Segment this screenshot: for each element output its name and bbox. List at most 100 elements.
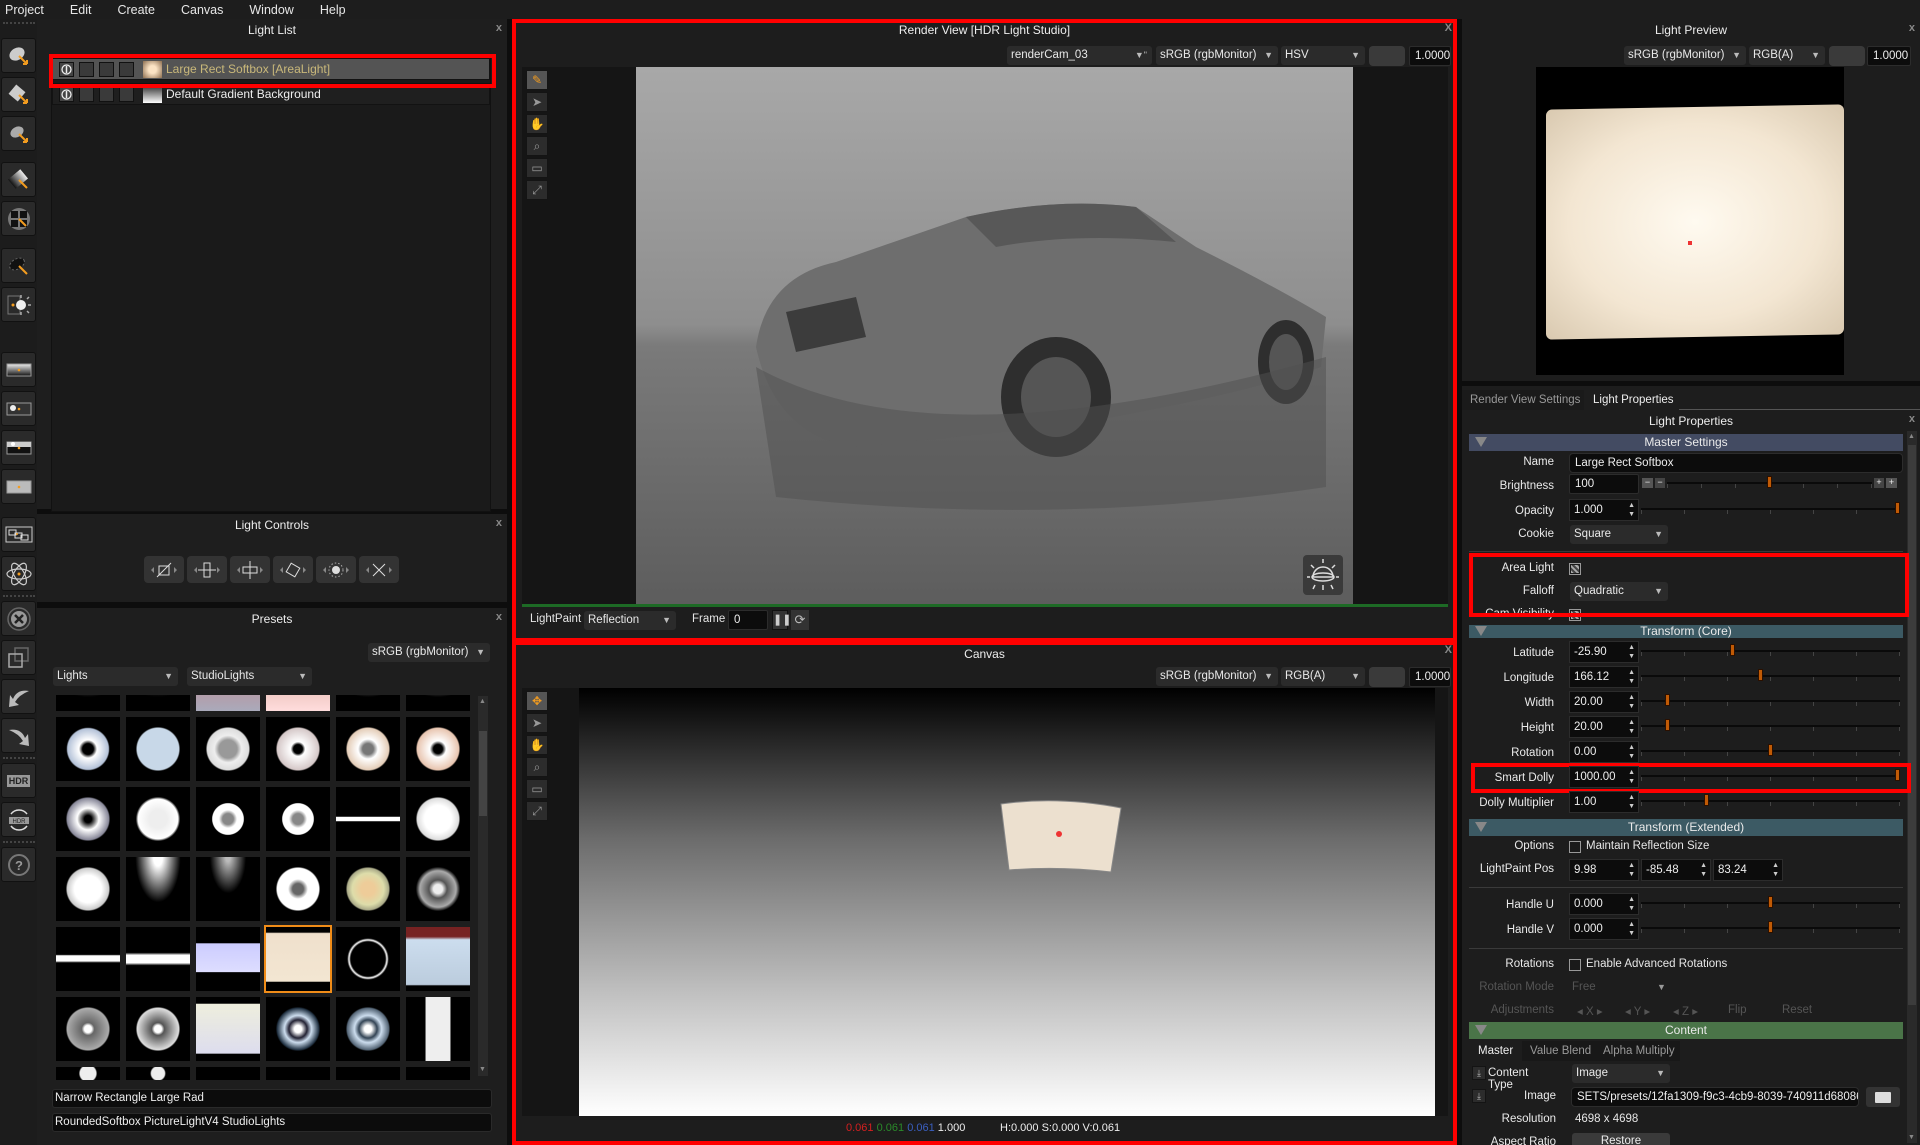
slider-thumb[interactable] (1703, 794, 1709, 806)
preset-thumbnail[interactable] (406, 927, 470, 991)
pan-tool[interactable]: ✋ (526, 114, 548, 134)
move-control-button[interactable] (359, 556, 399, 583)
preset-thumbnail[interactable] (266, 1067, 330, 1080)
preset-thumbnail[interactable] (336, 1067, 400, 1080)
delete-tool[interactable] (1, 601, 36, 636)
width-slider[interactable] (1641, 694, 1900, 708)
render-exposure-field[interactable]: 1.0000 (1409, 46, 1451, 66)
light-shape-handle[interactable] (999, 798, 1124, 878)
height-slider[interactable] (1641, 719, 1900, 733)
spin-arrows-icon[interactable]: ▲ ▼ (1628, 501, 1635, 519)
menu-window[interactable]: Window (244, 3, 302, 17)
preset-thumbnail[interactable] (264, 925, 332, 993)
help-tool[interactable]: ? (1, 847, 36, 882)
solo-icon[interactable] (79, 87, 94, 102)
spin-arrows-icon[interactable]: ▲ ▼ (1628, 793, 1635, 811)
tab-render-view-settings[interactable]: Render View Settings (1462, 390, 1584, 410)
cam-visibility-checkbox[interactable] (1569, 609, 1581, 621)
spin-arrows-icon[interactable]: ▲ ▼ (1628, 643, 1635, 661)
lightpaint-mode-dropdown[interactable]: Reflection ▼ (584, 611, 676, 630)
close-icon[interactable]: X (1445, 22, 1452, 34)
visibility-toggle-icon[interactable] (59, 87, 74, 102)
brightness-field[interactable]: 100 (1569, 474, 1639, 494)
select-cursor-icon[interactable] (99, 87, 114, 102)
content-tab-master[interactable]: Master (1469, 1041, 1522, 1061)
transform-core-header[interactable]: Transform (Core) (1469, 625, 1903, 638)
frame-field[interactable]: 0 (728, 610, 768, 630)
flag-tool[interactable] (1, 201, 36, 236)
preset-name-field[interactable]: Narrow Rectangle Large Rad (52, 1089, 492, 1108)
menu-edit[interactable]: Edit (65, 3, 101, 17)
preset-thumbnail[interactable] (56, 857, 120, 921)
preset-thumbnail[interactable] (196, 857, 260, 921)
preset-thumbnail[interactable] (126, 857, 190, 921)
preset-thumbnail[interactable] (126, 927, 190, 991)
slider-thumb[interactable] (1767, 476, 1772, 488)
lightpaint-pos-z[interactable]: 83.24 ▲ ▼ (1713, 859, 1783, 881)
close-icon[interactable]: x (496, 517, 502, 529)
scroll-down-icon[interactable]: ▼ (1908, 1134, 1915, 1141)
brightness-increase-icon[interactable]: + (1874, 478, 1884, 488)
render-channel-dropdown[interactable]: HSV ▼ (1281, 46, 1365, 65)
properties-scrollbar[interactable]: ▲ ▼ (1907, 431, 1917, 1143)
preset-thumbnail[interactable] (126, 1067, 190, 1080)
lightpaint-sun-button[interactable] (1303, 555, 1343, 595)
blank-canvas-tool[interactable] (1, 469, 36, 504)
preset-thumbnail[interactable] (266, 997, 330, 1061)
spin-arrows-icon[interactable]: ▲ ▼ (1628, 718, 1635, 736)
presets-library-dropdown[interactable]: StudioLights ▼ (187, 667, 312, 686)
spin-arrows-icon[interactable]: ▲ ▼ (1628, 743, 1635, 761)
slider-thumb[interactable] (1665, 694, 1671, 706)
layers-tool[interactable] (1, 517, 36, 552)
rotation-slider[interactable] (1641, 744, 1900, 758)
restore-button[interactable]: Restore (1572, 1133, 1670, 1145)
select-cursor-icon[interactable] (99, 62, 114, 77)
slider-thumb[interactable] (1768, 896, 1773, 908)
scroll-up-icon[interactable]: ▲ (1908, 433, 1915, 440)
menu-canvas[interactable]: Canvas (176, 3, 232, 17)
browse-folder-button[interactable] (1866, 1087, 1900, 1107)
spin-arrows-icon[interactable]: ▲ ▼ (1628, 693, 1635, 711)
brightness-slider[interactable] (1667, 476, 1872, 490)
preset-thumbnail[interactable] (336, 997, 400, 1061)
slider-thumb[interactable] (1768, 744, 1773, 756)
aperture-icon[interactable] (1369, 667, 1405, 687)
slider-thumb[interactable] (1730, 644, 1736, 656)
preset-thumbnail[interactable] (56, 787, 120, 851)
close-icon[interactable]: X (1445, 644, 1452, 656)
preset-thumbnail[interactable] (56, 927, 120, 991)
select-tool[interactable]: ➤ (526, 713, 548, 733)
rotate-control-button[interactable] (273, 556, 313, 583)
solo-icon[interactable] (79, 62, 94, 77)
hdr-tool[interactable]: HDR (1, 763, 36, 798)
close-icon[interactable]: x (1909, 413, 1915, 425)
preset-thumbnail[interactable] (336, 717, 400, 781)
lightpaint-pos-x[interactable]: 9.98 ▲ ▼ (1569, 859, 1639, 881)
hdr-background-tool[interactable] (1, 391, 36, 426)
preset-thumbnail[interactable] (266, 717, 330, 781)
scroll-down-icon[interactable]: ▼ (479, 1066, 487, 1074)
spin-arrows-icon[interactable]: ▲ ▼ (1628, 895, 1635, 913)
paint-tool[interactable]: ✎ (526, 70, 548, 90)
preset-thumbnail[interactable] (196, 695, 260, 711)
spin-arrows-icon[interactable]: ▲ ▼ (1628, 668, 1635, 686)
canvas-exposure-field[interactable]: 1.0000 (1409, 667, 1451, 687)
tab-light-properties[interactable]: Light Properties (1585, 390, 1679, 410)
handle-u-slider[interactable] (1641, 896, 1900, 910)
close-icon[interactable]: x (1909, 22, 1915, 34)
zoom-region-tool[interactable]: ▭ (526, 158, 548, 178)
falloff-dropdown[interactable]: Quadratic ▼ (1570, 582, 1668, 601)
light-preview-image[interactable] (1536, 67, 1844, 375)
scale-control-button[interactable] (144, 556, 184, 583)
preset-thumbnail[interactable] (126, 695, 190, 711)
transform-extended-header[interactable]: Transform (Extended) (1469, 819, 1903, 836)
cookie-dropdown[interactable]: Square ▼ (1570, 525, 1668, 544)
preset-thumbnail[interactable] (336, 927, 400, 991)
handle-u-spinbox[interactable]: 0.000 ▲ ▼ (1569, 893, 1639, 915)
light-list-item-default-gradient-background[interactable]: Default Gradient Background (52, 83, 490, 105)
spin-arrows-icon[interactable]: ▲ ▼ (1700, 861, 1707, 879)
zoom-tool[interactable]: ⌕ (526, 757, 548, 777)
slider-thumb[interactable] (1768, 921, 1773, 933)
shadow-light-tool[interactable] (1, 248, 36, 283)
lightpaint-pos-y[interactable]: -85.48 ▲ ▼ (1641, 859, 1711, 881)
